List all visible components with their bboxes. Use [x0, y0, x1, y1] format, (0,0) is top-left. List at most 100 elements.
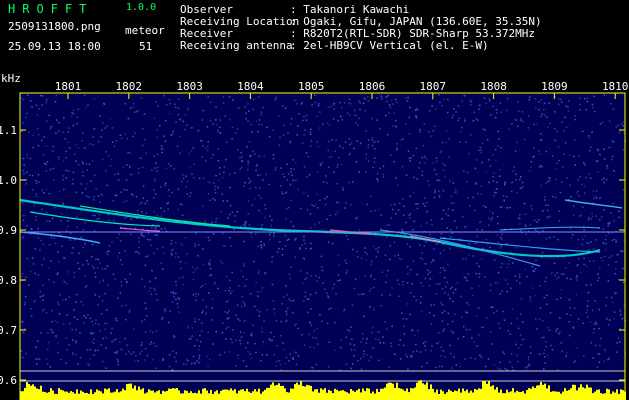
noise-speck [588, 216, 590, 219]
level-bar [364, 391, 366, 400]
noise-speck [393, 112, 395, 114]
noise-speck [258, 123, 260, 125]
noise-speck [72, 351, 74, 354]
noise-speck [185, 175, 187, 177]
noise-speck [56, 301, 59, 304]
noise-speck [144, 256, 147, 258]
noise-speck [442, 330, 445, 332]
noise-speck [45, 99, 48, 101]
noise-speck [151, 226, 153, 229]
noise-speck [350, 349, 353, 351]
noise-speck [244, 221, 247, 224]
level-bar [314, 389, 316, 400]
noise-speck [476, 119, 479, 121]
noise-speck [41, 208, 43, 211]
level-bar [202, 388, 204, 400]
noise-speck [93, 199, 95, 201]
noise-speck [156, 136, 158, 139]
noise-speck [528, 363, 531, 366]
level-bar [462, 388, 464, 400]
noise-speck [465, 329, 468, 331]
noise-speck [489, 246, 491, 249]
noise-speck [34, 216, 37, 218]
level-bar [160, 393, 162, 400]
noise-speck [451, 232, 454, 234]
noise-speck [228, 287, 231, 289]
noise-speck [182, 276, 184, 278]
noise-speck [476, 345, 478, 347]
noise-speck [252, 324, 254, 327]
noise-speck [108, 250, 110, 253]
noise-speck [322, 181, 325, 183]
noise-speck [268, 338, 270, 340]
noise-speck [376, 97, 378, 99]
noise-speck [556, 272, 559, 274]
noise-speck [284, 192, 286, 194]
noise-speck [59, 293, 61, 296]
noise-speck [45, 101, 48, 104]
noise-speck [605, 296, 608, 299]
noise-speck [272, 300, 275, 302]
noise-speck [529, 296, 531, 298]
noise-speck [105, 336, 107, 339]
noise-speck [576, 275, 578, 277]
noise-speck [238, 285, 240, 287]
noise-speck [111, 141, 114, 143]
noise-speck [423, 123, 426, 125]
level-bar [302, 386, 304, 400]
noise-speck [69, 322, 71, 325]
noise-speck [175, 298, 177, 301]
noise-speck [504, 279, 507, 281]
noise-speck [509, 206, 511, 209]
noise-speck [211, 319, 213, 321]
noise-speck [377, 172, 379, 175]
noise-speck [87, 314, 89, 316]
noise-speck [284, 362, 287, 365]
noise-speck [256, 309, 258, 311]
noise-speck [43, 162, 46, 165]
noise-speck [613, 311, 616, 313]
noise-speck [613, 220, 615, 222]
noise-speck [26, 94, 29, 96]
noise-speck [225, 301, 228, 303]
level-bar [198, 390, 200, 400]
noise-speck [35, 104, 38, 107]
noise-speck [358, 100, 360, 102]
noise-speck [544, 362, 546, 364]
noise-speck [433, 125, 436, 128]
noise-speck [51, 332, 54, 334]
noise-speck [609, 319, 611, 321]
noise-speck [282, 124, 285, 127]
noise-speck [118, 252, 121, 254]
level-bar [438, 394, 440, 400]
noise-speck [41, 189, 43, 192]
noise-speck [355, 160, 358, 163]
noise-speck [293, 168, 295, 170]
noise-speck [182, 120, 184, 123]
level-bar [480, 388, 482, 400]
noise-speck [558, 103, 560, 105]
noise-speck [373, 278, 376, 280]
noise-speck [431, 223, 433, 226]
noise-speck [369, 306, 371, 308]
noise-speck [318, 103, 320, 105]
noise-speck [560, 288, 563, 291]
noise-speck [596, 366, 599, 368]
noise-speck [396, 147, 398, 150]
noise-speck [320, 164, 322, 166]
noise-speck [66, 349, 69, 351]
noise-speck [567, 106, 569, 109]
noise-speck [269, 238, 271, 241]
noise-speck [214, 188, 216, 191]
noise-speck [389, 294, 391, 296]
noise-speck [274, 99, 277, 101]
noise-speck [263, 272, 266, 275]
noise-speck [154, 167, 157, 169]
noise-speck [37, 357, 39, 360]
level-bar [446, 392, 448, 400]
noise-speck [550, 344, 552, 347]
noise-speck [351, 304, 354, 306]
noise-speck [206, 355, 208, 358]
level-bar [418, 380, 420, 400]
noise-speck [438, 194, 440, 197]
